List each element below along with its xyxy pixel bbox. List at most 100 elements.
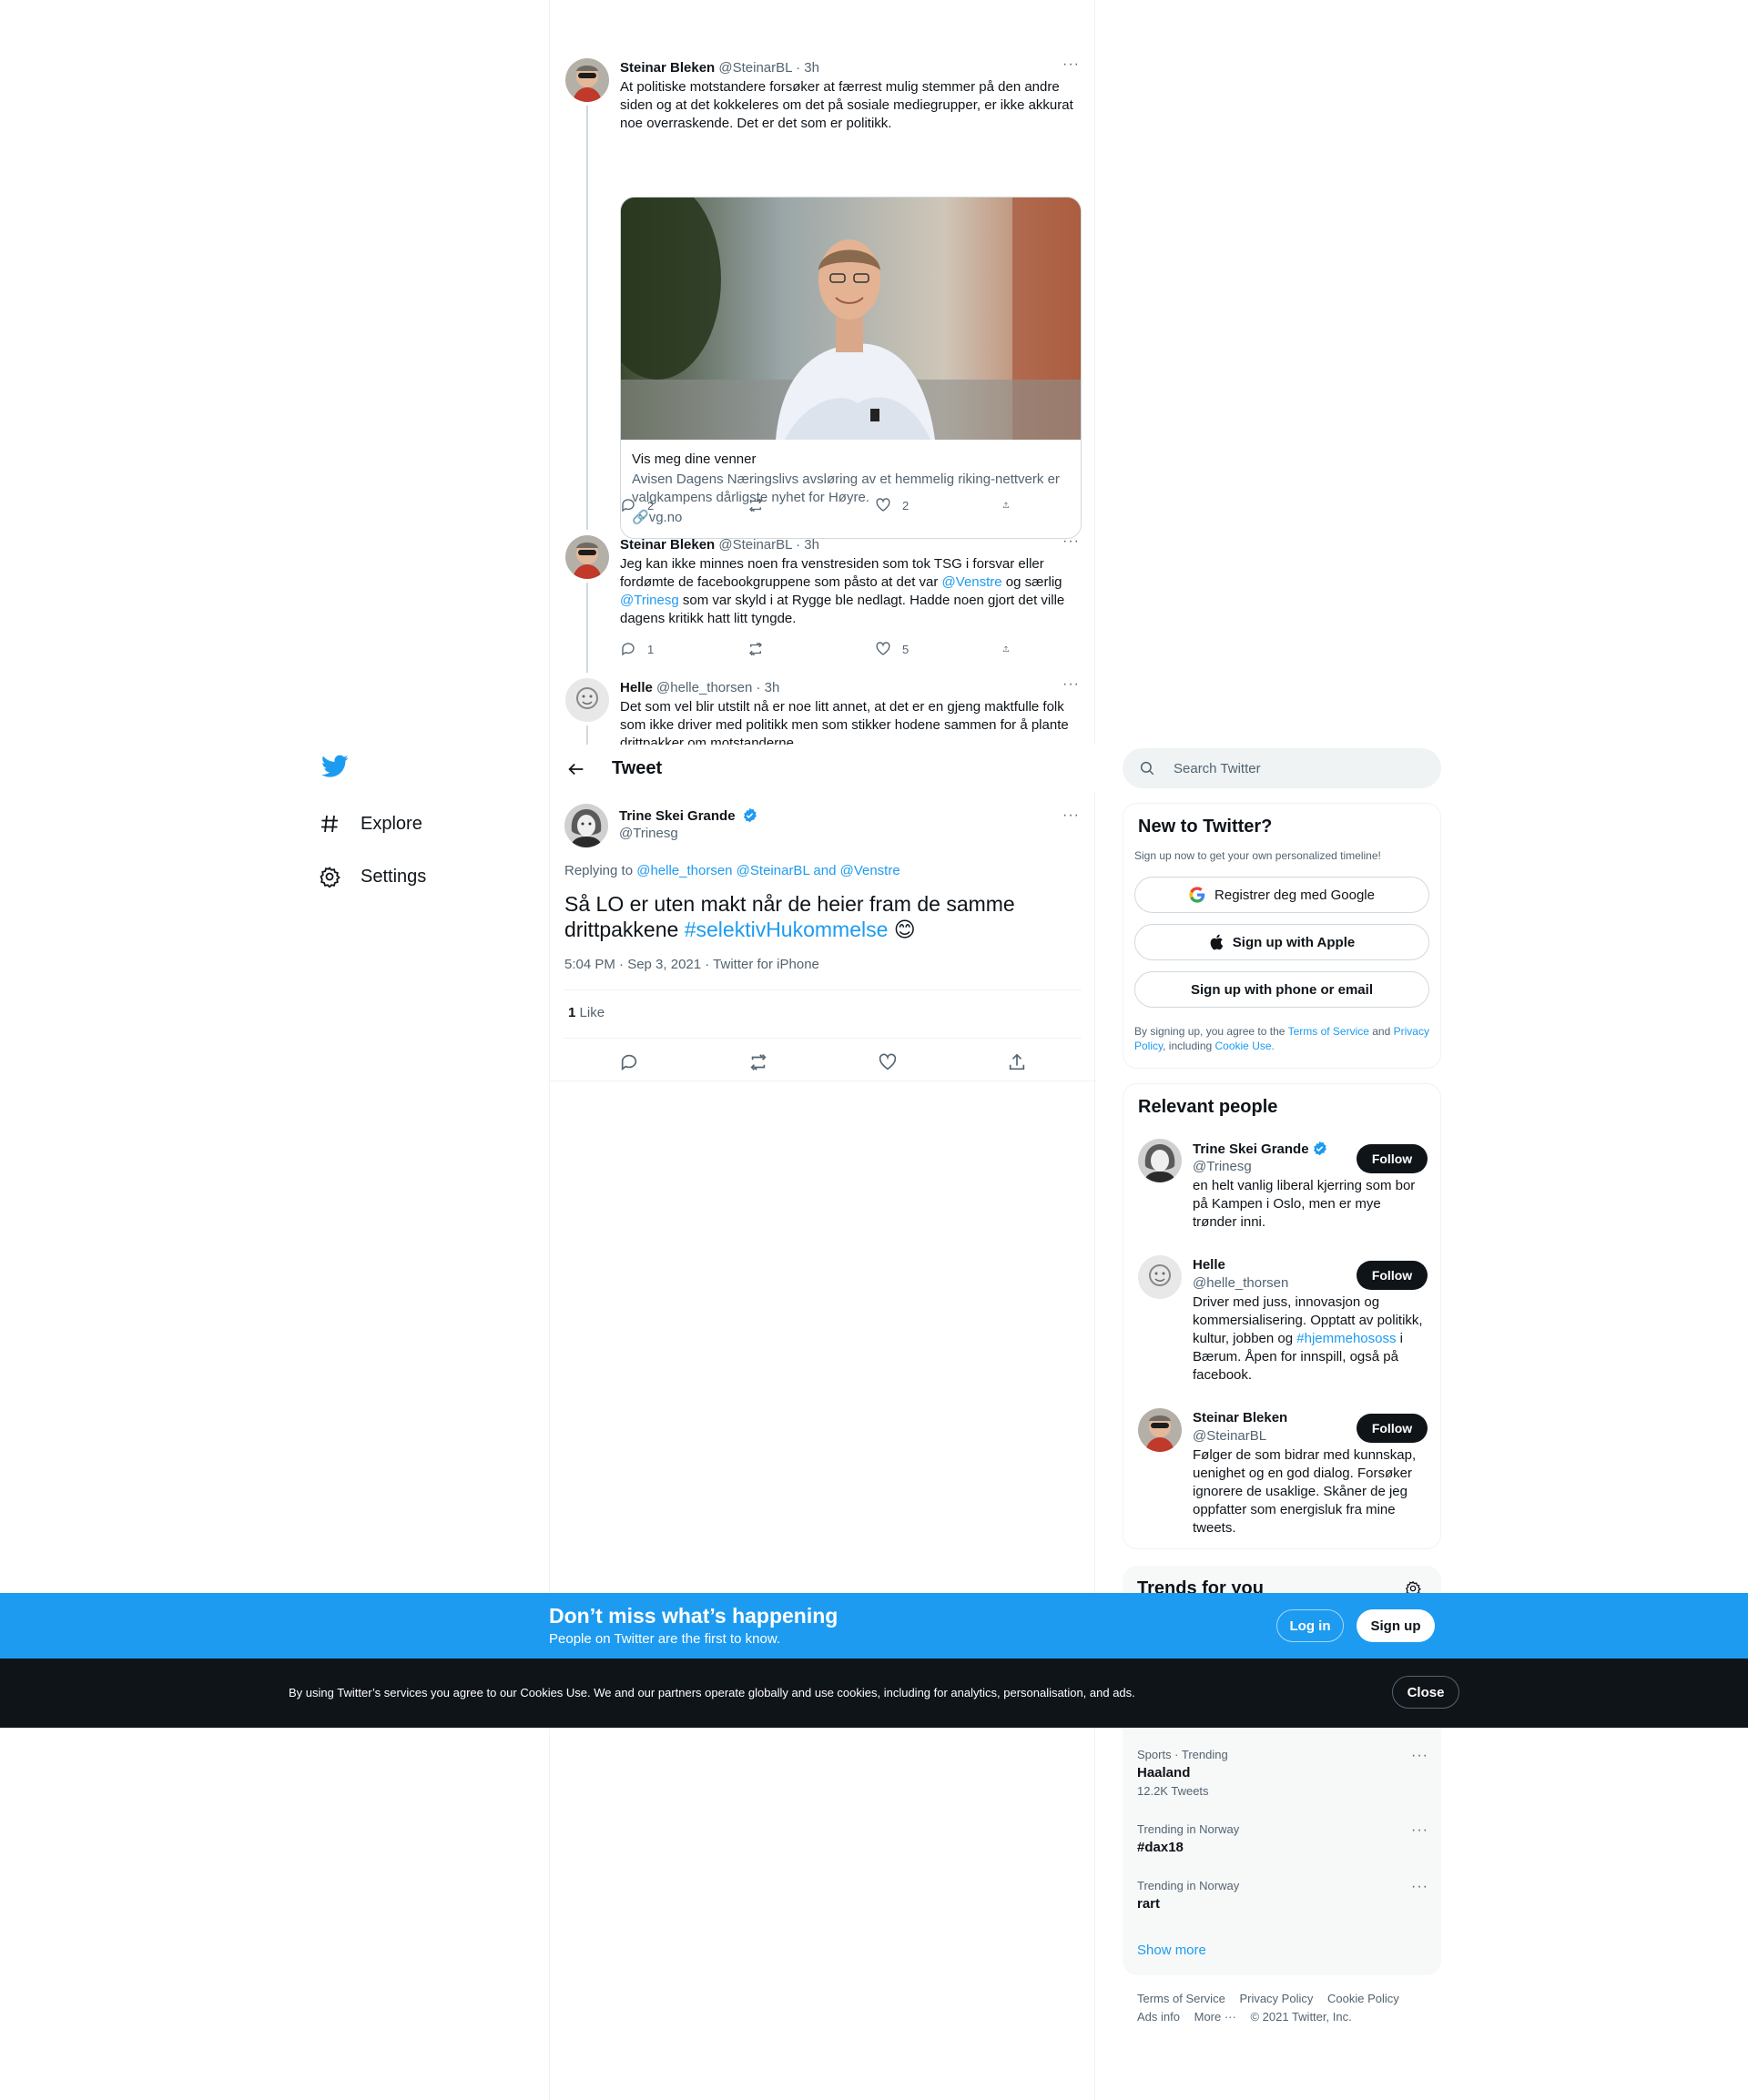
footer-links: Terms of Service Privacy Policy Cookie P…: [1137, 1992, 1410, 2005]
tweet-text: Jeg kan ikke minnes noen fra venstreside…: [620, 556, 1065, 626]
login-button[interactable]: Log in: [1276, 1609, 1344, 1642]
author-handle[interactable]: @Trinesg: [619, 826, 678, 841]
replying-to-links[interactable]: @helle_thorsen @SteinarBL and @Venstre: [636, 863, 899, 878]
tweet-time[interactable]: 3h: [765, 680, 780, 695]
avatar[interactable]: [565, 58, 609, 102]
avatar[interactable]: [1138, 1408, 1182, 1452]
card-image: [621, 198, 1081, 440]
reply-button[interactable]: 2: [620, 497, 693, 513]
twitter-logo-icon[interactable]: [317, 748, 353, 785]
likes-count[interactable]: 1 Like: [568, 1005, 605, 1020]
trend-item[interactable]: Sports · Trending Haaland 12.2K Tweets ·…: [1137, 1748, 1428, 1798]
footer-link[interactable]: Terms of Service: [1137, 1992, 1225, 2005]
more-options-icon[interactable]: ···: [1411, 1748, 1428, 1764]
follow-button[interactable]: Follow: [1357, 1261, 1428, 1290]
avatar[interactable]: [565, 535, 609, 579]
tweet-time[interactable]: 3h: [804, 60, 819, 76]
main-tweet-actions: [564, 1040, 1082, 1084]
like-button[interactable]: 5: [875, 641, 948, 657]
tos-link[interactable]: Terms of Service: [1288, 1025, 1369, 1038]
cookie-text: By using Twitter’s services you agree to…: [289, 1686, 1135, 1699]
show-more-link[interactable]: Show more: [1137, 1943, 1206, 1958]
copyright: © 2021 Twitter, Inc.: [1250, 2010, 1352, 2024]
tweet-page-header: Tweet: [550, 745, 1096, 793]
retweet-icon[interactable]: [748, 1052, 768, 1072]
footer-links-2: Ads info More ··· © 2021 Twitter, Inc.: [1137, 2010, 1363, 2024]
signup-button[interactable]: Sign up: [1357, 1609, 1435, 1642]
mention-link[interactable]: @Venstre: [942, 574, 1002, 590]
cookie-link[interactable]: Cookie Use.: [1215, 1040, 1275, 1052]
tweet-timestamp[interactable]: 5:04 PM · Sep 3, 2021 · Twitter for iPho…: [564, 957, 819, 972]
author-name[interactable]: Helle: [620, 680, 653, 695]
signup-legal: By signing up, you agree to the Terms of…: [1134, 1025, 1429, 1052]
card-text: Vis meg dine venner Avisen Dagens Næring…: [621, 440, 1081, 527]
share-button[interactable]: [1002, 641, 1021, 657]
trend-name: Haaland: [1137, 1765, 1191, 1780]
main-column: Steinar Bleken @SteinarBL · 3h ··· At po…: [549, 0, 1096, 2100]
close-button[interactable]: Close: [1392, 1676, 1459, 1709]
smile-emoji-icon: 😊: [893, 918, 916, 941]
footer-link[interactable]: Cookie Policy: [1327, 1992, 1399, 2005]
more-options-icon[interactable]: ···: [1062, 56, 1080, 73]
avatar[interactable]: [1138, 1139, 1182, 1182]
author-handle[interactable]: @SteinarBL: [718, 537, 792, 553]
promo-subtitle: People on Twitter are the first to know.: [549, 1631, 781, 1647]
author-handle[interactable]: @SteinarBL: [718, 60, 792, 76]
link-card[interactable]: Vis meg dine venner Avisen Dagens Næring…: [620, 197, 1082, 539]
tweet-actions: 1 5: [620, 641, 1021, 657]
thread-line: [586, 106, 588, 530]
thread-tweet[interactable]: Steinar Bleken @SteinarBL · 3h ··· Jeg k…: [550, 530, 1096, 673]
more-options-icon[interactable]: ···: [1411, 1879, 1428, 1895]
person-handle: @helle_thorsen: [1193, 1275, 1289, 1291]
tweet-time[interactable]: 3h: [804, 537, 819, 553]
person-handle: @SteinarBL: [1193, 1428, 1267, 1444]
avatar[interactable]: [1138, 1255, 1182, 1299]
signup-subtitle: Sign up now to get your own personalized…: [1134, 849, 1381, 862]
trend-item[interactable]: Trending in Norway #dax18 ···: [1137, 1822, 1428, 1855]
person-name: Helle: [1193, 1257, 1225, 1273]
person-bio: Driver med juss, innovasjon og kommersia…: [1193, 1294, 1423, 1383]
like-button[interactable]: 2: [875, 497, 948, 513]
more-options-icon[interactable]: ···: [1062, 807, 1080, 824]
follow-button[interactable]: Follow: [1357, 1414, 1428, 1443]
reply-icon: [622, 643, 635, 656]
share-icon[interactable]: [1007, 1052, 1027, 1072]
more-options-icon[interactable]: ···: [1062, 533, 1080, 550]
footer-link[interactable]: Ads info: [1137, 2010, 1180, 2024]
thread-line: [586, 583, 588, 673]
share-button[interactable]: [1002, 497, 1021, 513]
cookie-banner: By using Twitter’s services you agree to…: [0, 1659, 1748, 1728]
author-name[interactable]: Steinar Bleken: [620, 60, 715, 76]
phone-email-signup-button[interactable]: Sign up with phone or email: [1134, 971, 1429, 1008]
trend-item[interactable]: Trending in Norway rart ···: [1137, 1879, 1428, 1912]
author-handle[interactable]: @helle_thorsen: [656, 680, 752, 695]
author-name[interactable]: Trine Skei Grande: [619, 808, 736, 824]
reply-button[interactable]: 1: [620, 641, 693, 657]
follow-button[interactable]: Follow: [1357, 1144, 1428, 1173]
nav-item-settings[interactable]: Settings: [317, 850, 535, 903]
thread-tweet[interactable]: Steinar Bleken @SteinarBL · 3h ··· At po…: [550, 53, 1096, 539]
verified-badge-icon: [1313, 1141, 1326, 1156]
hashtag-link[interactable]: #hjemmehososs: [1296, 1331, 1396, 1346]
more-options-icon[interactable]: ···: [1411, 1822, 1428, 1839]
footer-link[interactable]: Privacy Policy: [1239, 1992, 1313, 2005]
reply-icon[interactable]: [619, 1052, 639, 1072]
search-input[interactable]: Search Twitter: [1174, 761, 1261, 776]
heart-icon[interactable]: [878, 1052, 898, 1072]
back-arrow-icon[interactable]: [566, 759, 586, 779]
search-box[interactable]: Search Twitter: [1123, 748, 1441, 788]
avatar[interactable]: [565, 678, 609, 722]
nav-label-settings: Settings: [361, 866, 427, 887]
footer-more-link[interactable]: More ···: [1194, 2010, 1236, 2024]
more-options-icon[interactable]: ···: [1062, 676, 1080, 693]
author-name[interactable]: Steinar Bleken: [620, 537, 715, 553]
apple-signup-button[interactable]: Sign up with Apple: [1134, 924, 1429, 960]
main-tweet-text: Så LO er uten makt når de heier fram de …: [564, 892, 1015, 941]
mention-link[interactable]: @Trinesg: [620, 593, 679, 608]
google-signup-button[interactable]: Registrer deg med Google: [1134, 877, 1429, 913]
retweet-button[interactable]: [747, 497, 820, 513]
retweet-button[interactable]: [747, 641, 820, 657]
nav-item-explore[interactable]: Explore: [317, 797, 535, 850]
hashtag-link[interactable]: #selektivHukommelse: [685, 918, 889, 941]
avatar[interactable]: [564, 804, 608, 847]
